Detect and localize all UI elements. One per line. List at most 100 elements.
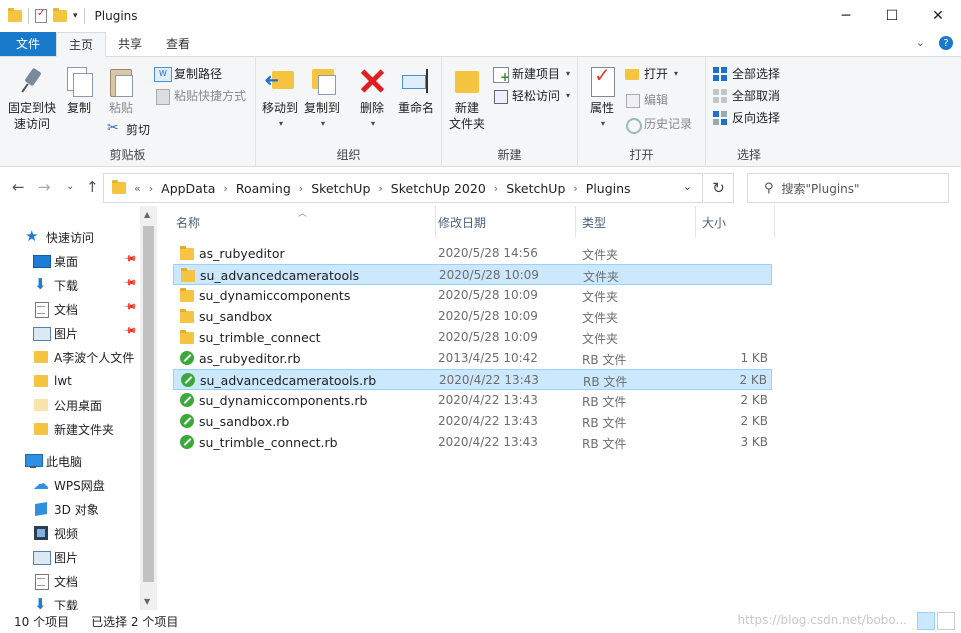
table-row[interactable]: su_sandbox 2020/5/28 10:09 文件夹 — [173, 306, 772, 327]
scroll-up-icon[interactable]: ▲ — [144, 210, 150, 219]
copy-path-button[interactable]: 复制路径 — [154, 65, 222, 82]
nav-pc-item-5[interactable]: 下载 — [33, 593, 78, 610]
up-arrow-icon[interactable]: ↑ — [86, 178, 99, 196]
chevron-down-icon[interactable]: ⌄ — [916, 36, 925, 50]
new-folder-quick-icon[interactable] — [53, 8, 67, 22]
recent-locations-chevron-icon[interactable]: ⌄ — [66, 181, 74, 192]
pin-quick-access-button[interactable]: 固定到快 速访问 — [6, 65, 58, 132]
table-row[interactable]: su_dynamiccomponents 2020/5/28 10:09 文件夹 — [173, 285, 772, 306]
breadcrumb-separator-icon[interactable]: › — [295, 182, 307, 195]
nav-item-7[interactable]: 新建文件夹 — [33, 417, 114, 441]
easy-access-button[interactable]: 轻松访问 ▾ — [492, 87, 570, 104]
large-icons-view-icon[interactable] — [937, 612, 955, 630]
table-row[interactable]: as_rubyeditor.rb 2013/4/25 10:42 RB 文件 1 KB — [173, 348, 772, 369]
nav-quick-access[interactable]: 快速访问 — [25, 225, 94, 249]
table-row[interactable]: su_dynamiccomponents.rb 2020/4/22 13:43 RB… — [173, 390, 772, 411]
paste-button[interactable]: 粘贴 — [104, 65, 138, 116]
cut-button[interactable]: 剪切 — [106, 120, 150, 138]
back-arrow-icon[interactable]: ← — [12, 178, 25, 196]
nav-pc-item-2[interactable]: 视频 — [33, 521, 78, 545]
breadcrumb-item[interactable]: AppData — [157, 181, 219, 196]
nav-pc-item-0[interactable]: WPS网盘 — [33, 473, 105, 497]
folder-icon — [180, 288, 194, 302]
nav-item-5[interactable]: lwt — [33, 369, 72, 393]
search-input[interactable]: 搜索"Plugins" — [782, 180, 860, 197]
breadcrumb-separator-icon[interactable]: › — [490, 182, 502, 195]
new-folder-button[interactable]: 新建 文件夹 — [446, 65, 488, 132]
invert-selection-button[interactable]: 反向选择 — [712, 109, 780, 126]
nav-item-0[interactable]: 桌面 — [33, 249, 78, 273]
nav-item-2[interactable]: 文档 — [33, 297, 78, 321]
close-button[interactable]: ✕ — [915, 0, 961, 32]
refresh-button[interactable]: ↻ — [704, 173, 734, 203]
tab-file[interactable]: 文件 — [0, 32, 56, 56]
column-header-type[interactable]: 类型 — [574, 206, 696, 238]
table-row[interactable]: su_advancedcameratools.rb 2020/4/22 13:43… — [173, 369, 772, 390]
breadcrumb-separator-icon[interactable]: › — [219, 182, 231, 195]
move-to-button[interactable]: 移动到 ▾ — [260, 65, 300, 132]
pin-icon: 📌 — [122, 323, 138, 339]
open-button[interactable]: 打开 ▾ — [624, 65, 678, 82]
doc-icon — [33, 573, 49, 590]
nav-item-6[interactable]: 公用桌面 — [33, 393, 102, 417]
ruby-file-icon — [180, 351, 194, 365]
nav-item-4[interactable]: A李波个人文件 — [33, 345, 134, 369]
select-none-button[interactable]: 全部取消 — [712, 87, 780, 104]
nav-item-label: 图片 — [54, 550, 79, 565]
tab-view[interactable]: 查看 — [154, 32, 202, 56]
copy-to-button[interactable]: 复制到 ▾ — [302, 65, 342, 132]
table-row[interactable]: su_trimble_connect 2020/5/28 10:09 文件夹 — [173, 327, 772, 348]
minimize-button[interactable]: ─ — [823, 0, 869, 32]
properties-button[interactable]: 属性 ▾ — [584, 65, 620, 132]
breadcrumb-item[interactable]: Roaming — [232, 181, 295, 196]
table-row[interactable]: su_trimble_connect.rb 2020/4/22 13:43 RB 文… — [173, 432, 772, 453]
tab-home[interactable]: 主页 — [56, 32, 107, 57]
history-icon — [624, 116, 642, 134]
column-header-size[interactable]: 大小 — [694, 206, 775, 238]
delete-button[interactable]: 删除 ▾ — [354, 65, 390, 132]
nav-pc-item-4[interactable]: 文档 — [33, 569, 78, 593]
maximize-button[interactable]: ☐ — [869, 0, 915, 32]
history-button[interactable]: 历史记录 — [624, 115, 692, 134]
edit-button[interactable]: 编辑 — [624, 91, 668, 108]
breadcrumb-separator-icon[interactable]: › — [145, 182, 157, 195]
details-view-icon[interactable] — [917, 612, 935, 630]
table-row[interactable]: as_rubyeditor 2020/5/28 14:56 文件夹 — [173, 243, 772, 264]
help-icon[interactable]: ? — [939, 36, 953, 50]
chevron-down-icon[interactable]: ⌄ — [683, 180, 692, 193]
column-header-date[interactable]: 修改日期 — [430, 206, 576, 238]
address-bar[interactable]: « › AppData › Roaming › SketchUp › SketchUp 202… — [103, 173, 703, 203]
nav-item-1[interactable]: 下载 — [33, 273, 78, 297]
scroll-down-icon[interactable]: ▼ — [144, 597, 150, 606]
breadcrumb-separator-icon[interactable]: › — [374, 182, 386, 195]
search-box[interactable]: ⚲ 搜索"Plugins" — [747, 173, 949, 203]
properties-quick-icon[interactable] — [35, 8, 47, 23]
pc-icon — [25, 453, 43, 469]
doc-icon — [33, 301, 49, 318]
chevron-down-icon[interactable]: ▾ — [73, 11, 78, 21]
tab-share[interactable]: 共享 — [106, 32, 154, 56]
nav-pc-item-3[interactable]: 图片 — [33, 545, 78, 569]
nav-item-3[interactable]: 图片 — [33, 321, 78, 345]
select-all-button[interactable]: 全部选择 — [712, 65, 780, 82]
table-row[interactable]: su_advancedcameratools 2020/5/28 10:09 文件夹 — [173, 264, 772, 285]
breadcrumb-separator-icon[interactable]: › — [569, 182, 581, 195]
nav-scrollbar[interactable]: ▲ ▼ — [140, 206, 157, 610]
breadcrumb-item[interactable]: Plugins — [582, 181, 635, 196]
nav-this-pc[interactable]: 此电脑 — [25, 449, 82, 473]
column-header-name[interactable]: 名称 ︿ — [168, 206, 436, 238]
nav-pc-item-1[interactable]: 3D 对象 — [33, 497, 99, 521]
breadcrumb-item[interactable]: SketchUp — [502, 181, 569, 196]
new-item-button[interactable]: 新建项目 ▾ — [492, 65, 570, 84]
fold-icon — [33, 421, 49, 437]
table-row[interactable]: su_sandbox.rb 2020/4/22 13:43 RB 文件 2 KB — [173, 411, 772, 432]
cell-size: 3 KB — [740, 435, 768, 449]
copy-button[interactable]: 复制 — [62, 65, 96, 116]
rename-button[interactable]: 重命名 — [394, 65, 438, 116]
breadcrumb-item[interactable]: SketchUp 2020 — [387, 181, 490, 196]
paste-shortcut-button[interactable]: 粘贴快捷方式 — [154, 87, 246, 105]
breadcrumb-overflow[interactable]: « — [130, 182, 145, 195]
breadcrumb-item[interactable]: SketchUp — [307, 181, 374, 196]
forward-arrow-icon[interactable]: → — [38, 178, 51, 196]
scrollbar-thumb[interactable] — [143, 226, 154, 582]
